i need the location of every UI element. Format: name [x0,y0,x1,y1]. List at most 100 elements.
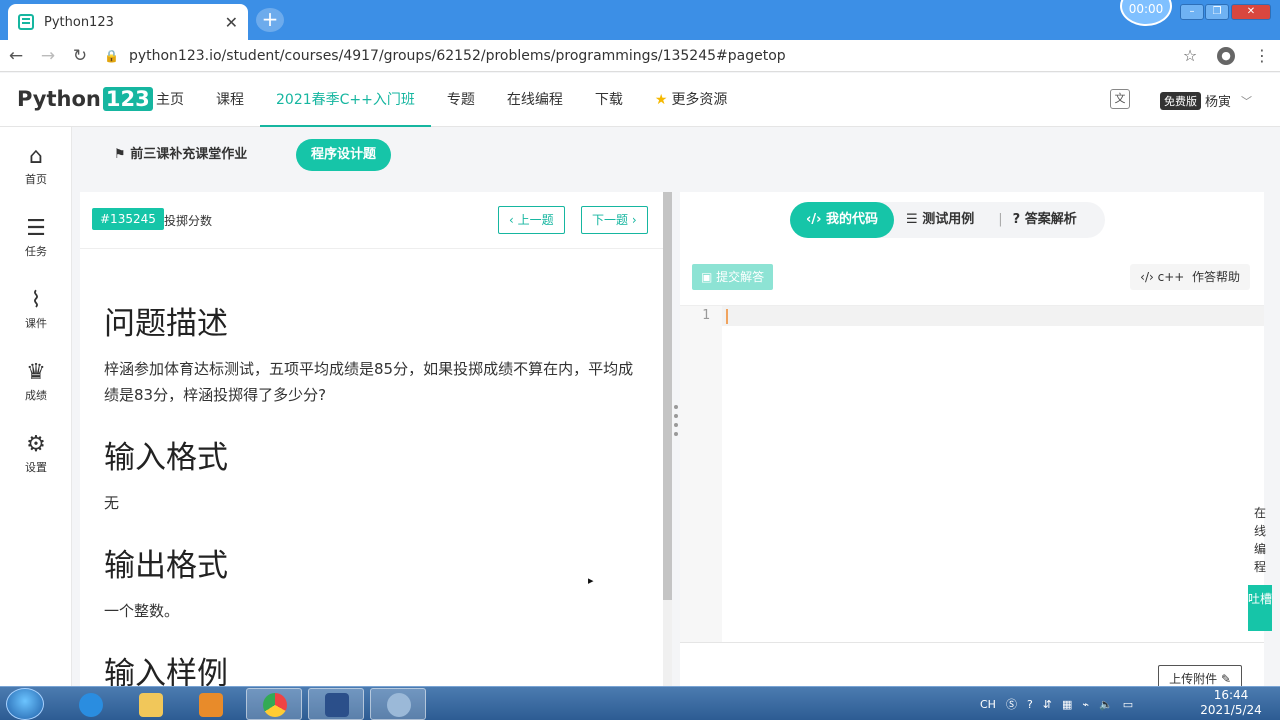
taskbar-clock[interactable]: 16:44 2021/5/24 [1196,688,1266,718]
code-tabs: ‹/› 我的代码 ☰ 测试用例 |? 答案解析 [790,202,1105,238]
forward-arrow-icon[interactable]: → [32,46,64,66]
main-nav: 主页 课程 2021春季C++入门班 专题 在线编程 下载 ★ 更多资源 [140,73,743,127]
editor-toolbar: ▣ 提交解答 ‹/› c++ 作答帮助 [680,258,1264,306]
user-menu[interactable]: 免费版 杨寅 ﹀ [1160,91,1252,110]
network-icon[interactable]: ⇵ [1043,698,1052,711]
translate-icon[interactable]: 文 [1110,89,1130,109]
output-format-heading: 输出格式 [104,548,228,584]
rail-settings[interactable]: ⚙ 设置 [0,433,72,475]
chevron-left-icon: ‹ [509,213,514,227]
code-icon: ‹/› [806,212,822,227]
text-cursor [726,309,728,324]
windows-taskbar: CH Ⓢ ? ⇵ ▦ ⌁ 🔈 ▭ 16:44 2021/5/24 [0,686,1280,720]
code-panel: ‹/› 我的代码 ☰ 测试用例 |? 答案解析 ▣ 提交解答 ‹/› c++ 作… [680,192,1264,693]
subnav-homework[interactable]: ⚑ 前三课补充课堂作业 [114,139,247,171]
problem-id-badge: #135245 [92,208,164,230]
tab-test-cases[interactable]: ☰ 测试用例 [894,202,986,238]
browser-tab[interactable]: Python123 ✕ [8,4,248,40]
rail-materials[interactable]: ⌇ 课件 [0,289,72,331]
help-button[interactable]: ‹/› c++ 作答帮助 [1130,264,1250,290]
feedback-button[interactable]: 吐槽 [1248,585,1272,631]
paperclip-icon: ✎ [1220,672,1231,686]
home-icon: ⌂ [29,144,43,169]
problem-title: 投掷分数 [164,214,213,228]
language-indicator[interactable]: CH [980,698,996,711]
lock-icon[interactable]: 🔒 [104,49,119,63]
volume-icon[interactable]: 🔈 [1099,698,1113,711]
problem-body: 问题描述 梓涵参加体育达标测试，五项平均成绩是85分，如果投掷成绩不算在内，平均… [104,304,644,687]
bookmark-star-icon[interactable]: ☆ [1172,46,1208,65]
server-icon: ☰ [26,216,46,241]
site-logo[interactable]: Python 123 [17,87,153,111]
flag-icon: ⚑ [114,147,126,162]
site-header: Python 123 主页 课程 2021春季C++入门班 专题 在线编程 下载 … [0,73,1280,127]
subnav-design-problems[interactable]: 程序设计题 [296,139,392,171]
list-icon: ☰ [906,212,918,227]
nav-online-coding[interactable]: 在线编程 [491,73,579,127]
problem-scrollbar-thumb[interactable] [663,192,672,600]
monitor-icon[interactable]: ▭ [1123,698,1133,711]
star-icon: ★ [654,92,668,108]
window-close-button[interactable]: ✕ [1231,4,1271,20]
chrome-taskbar-icon[interactable] [246,688,302,720]
usb-icon[interactable]: ⌁ [1082,698,1089,711]
s-app-icon[interactable]: Ⓢ [1006,696,1017,712]
nav-topics[interactable]: 专题 [431,73,491,127]
sub-nav: ⚑ 前三课补充课堂作业 程序设计题 [80,127,1272,183]
description-heading: 问题描述 [104,306,228,342]
ie-taskbar-icon[interactable] [62,688,118,720]
mouse-pointer-icon: ▸ [588,574,594,587]
vm-icon[interactable]: ▦ [1062,698,1072,711]
paint-taskbar-icon[interactable] [370,688,426,720]
nav-class[interactable]: 2021春季C++入门班 [260,73,431,127]
reload-icon[interactable]: ↻ [64,46,96,66]
prev-problem-button[interactable]: ‹ 上一题 [498,206,565,234]
left-rail: ⌂ 首页 ☰ 任务 ⌇ 课件 ♛ 成绩 ⚙ 设置 [0,127,72,687]
back-arrow-icon[interactable]: ← [0,46,32,66]
url-field[interactable]: python123.io/student/courses/4917/groups… [129,48,1172,64]
code-editor[interactable]: 1 [680,306,1264,642]
input-format-text: 无 [104,494,120,512]
profile-icon[interactable]: ● [1208,46,1244,65]
panel-splitter-handle[interactable] [673,405,679,449]
output-format-text: 一个整数。 [104,602,180,620]
submit-button[interactable]: ▣ 提交解答 [692,264,774,290]
media-player-taskbar-icon[interactable] [182,688,238,720]
system-tray: CH Ⓢ ? ⇵ ▦ ⌁ 🔈 ▭ [980,687,1143,720]
free-badge: 免费版 [1160,91,1201,110]
chevron-down-icon: ﹀ [1241,94,1253,108]
python123-favicon-icon [18,14,34,30]
nav-home[interactable]: 主页 [140,73,200,127]
browser-tab-bar: Python123 ✕ + 00:00 – ❐ ✕ [0,0,1280,40]
sample-input-heading: 输入样例 [104,656,228,687]
rail-tasks[interactable]: ☰ 任务 [0,217,72,259]
save-icon: ▣ [701,270,713,284]
description-text: 梓涵参加体育达标测试，五项平均成绩是85分，如果投掷成绩不算在内，平均成绩是83… [104,360,634,404]
explorer-taskbar-icon[interactable] [122,688,178,720]
start-button[interactable] [6,688,44,720]
clock-overlay: 00:00 [1120,0,1172,26]
nav-download[interactable]: 下载 [579,73,639,127]
maximize-button[interactable]: ❐ [1205,4,1229,20]
tab-my-code[interactable]: ‹/› 我的代码 [790,202,895,238]
question-icon: ? [1012,212,1021,227]
chevron-right-icon: › [631,213,637,227]
tab-close-icon[interactable]: ✕ [225,13,238,32]
rail-home[interactable]: ⌂ 首页 [0,145,72,187]
rail-grades[interactable]: ♛ 成绩 [0,361,72,403]
input-format-heading: 输入格式 [104,440,228,476]
help-tray-icon[interactable]: ? [1027,698,1033,711]
minimize-button[interactable]: – [1180,4,1204,20]
paperclip-icon: ⌇ [30,288,42,313]
next-problem-button[interactable]: 下一题 › [581,206,648,234]
online-coding-side-link[interactable]: 在线编程 [1252,504,1268,576]
new-tab-button[interactable]: + [256,8,284,32]
menu-kebab-icon[interactable]: ⋮ [1244,46,1280,65]
editor-footer: 上传附件 ✎ [680,642,1264,693]
tab-answer[interactable]: |? 答案解析 [986,202,1088,238]
devcpp-taskbar-icon[interactable] [308,688,364,720]
nav-courses[interactable]: 课程 [200,73,260,127]
nav-more-resources[interactable]: ★ 更多资源 [639,73,744,127]
problem-panel: #135245 投掷分数 ‹ 上一题 下一题 › 问题描述 梓涵参加体育达标测试… [80,192,672,687]
code-icon: ‹/› [1140,270,1154,284]
